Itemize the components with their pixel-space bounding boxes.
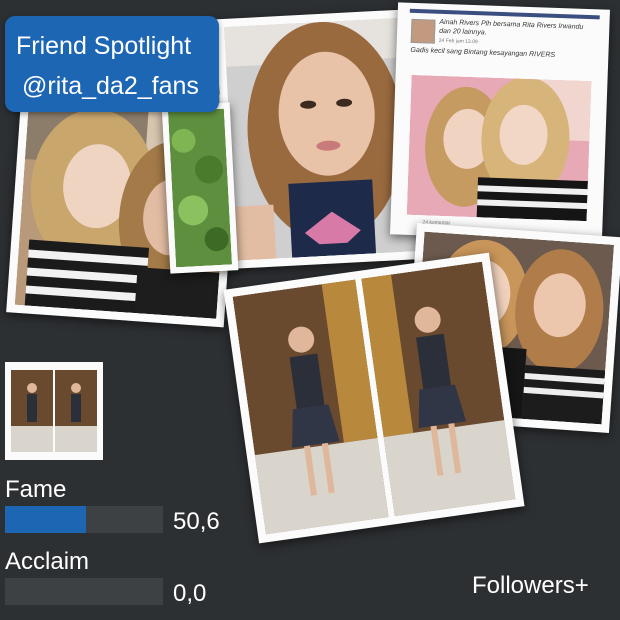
- post-caption: Gadis kecil sang Bintang kesayangan RIVE…: [410, 46, 556, 59]
- fame-bar-fill: [5, 506, 86, 533]
- author-avatar: [410, 18, 436, 44]
- thumbnail-card[interactable]: [5, 362, 103, 460]
- fame-bar: [5, 506, 163, 533]
- acclaim-label: Acclaim: [5, 548, 90, 575]
- followers-button[interactable]: Followers+: [472, 572, 589, 600]
- badge-title: Friend Spotlight: [16, 32, 192, 60]
- fame-value: 50,6: [173, 508, 220, 535]
- acclaim-bar: [5, 578, 163, 605]
- friend-spotlight-screen: Ainah Rivers Plh bersama Rita Rivers Irw…: [0, 0, 620, 620]
- photo-card-plant[interactable]: [161, 102, 239, 274]
- plant-photo: [167, 108, 233, 268]
- post-photo: [406, 74, 592, 222]
- friend-spotlight-badge: Friend Spotlight @rita_da2_fans: [5, 16, 219, 112]
- dress-photo-left: [232, 279, 389, 535]
- post-author: Ainah Rivers Plh bersama Rita Rivers Irw…: [439, 18, 584, 37]
- thumbnail-photo-left: [11, 370, 53, 452]
- photo-card-dress[interactable]: [223, 252, 525, 544]
- fame-label: Fame: [5, 476, 67, 503]
- badge-username: @rita_da2_fans: [22, 72, 199, 100]
- post-date: 24 Feb jam 13.09 ·: [438, 37, 481, 46]
- dress-photo-right: [361, 261, 516, 517]
- acclaim-value: 0,0: [173, 580, 207, 607]
- facebook-post-card[interactable]: Ainah Rivers Plh bersama Rita Rivers Irw…: [390, 2, 610, 242]
- post-header: Ainah Rivers Plh bersama Rita Rivers Irw…: [410, 17, 590, 75]
- thumbnail-photo-right: [55, 370, 97, 452]
